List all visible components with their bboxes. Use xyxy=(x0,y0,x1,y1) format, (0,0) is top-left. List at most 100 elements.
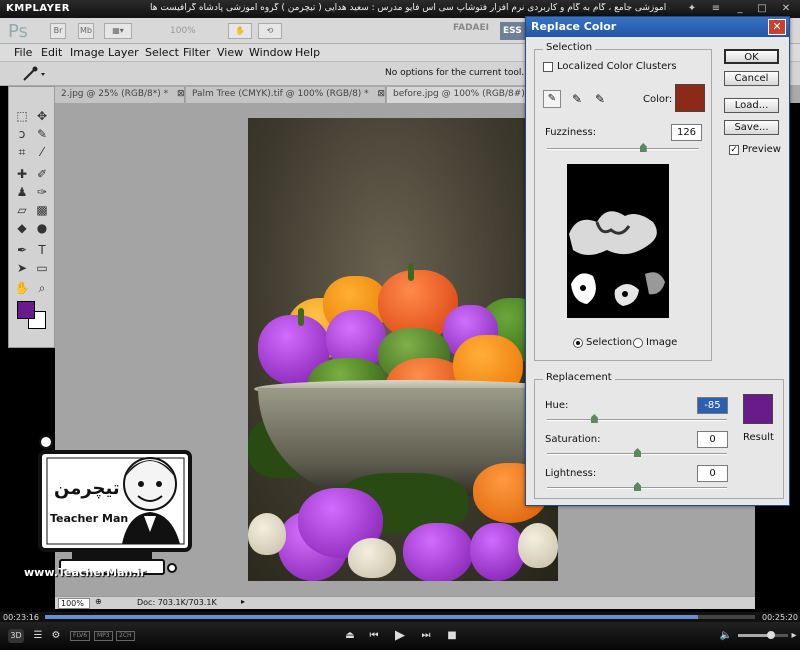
tab-close-icon[interactable]: ⊠ xyxy=(177,89,185,99)
marquee-tool-icon[interactable]: ⬚ xyxy=(13,107,31,125)
hue-slider[interactable] xyxy=(547,419,727,421)
teacherman-logo: تیچرمن Teacher Man xyxy=(38,435,192,575)
rotate-view-icon[interactable]: ⟲ xyxy=(258,23,282,39)
saturation-slider-thumb[interactable] xyxy=(634,448,641,457)
menu-view[interactable]: View xyxy=(217,46,243,59)
lightness-slider-thumb[interactable] xyxy=(634,482,641,491)
settings-gear-icon[interactable]: ⚙ xyxy=(48,629,64,643)
save-button[interactable]: Save... xyxy=(724,120,779,135)
volume-icon[interactable]: 🔈 xyxy=(718,629,734,643)
3d-icon[interactable]: 3D xyxy=(8,629,24,643)
foreground-color-swatch[interactable] xyxy=(17,301,35,319)
settings-icon[interactable]: ≡ xyxy=(708,2,724,16)
image-radio[interactable] xyxy=(633,338,643,348)
minibridge-icon[interactable]: Mb xyxy=(78,23,94,39)
zoom-tool-icon[interactable]: ⌕ xyxy=(33,279,51,297)
replacement-group: Replacement Hue: -85 Result Saturation: … xyxy=(534,372,784,499)
fuzziness-slider[interactable] xyxy=(547,148,699,150)
pin-icon[interactable]: ✦ xyxy=(684,2,700,16)
lasso-tool-icon[interactable]: ↄ xyxy=(13,125,31,143)
menu-select[interactable]: Select xyxy=(145,46,179,59)
preview-checkbox[interactable]: ✓ xyxy=(729,145,739,155)
tab-before-jpg[interactable]: before.jpg @ 100% (RGB/8#) xyxy=(387,87,537,103)
menu-file[interactable]: File xyxy=(14,46,32,59)
document-image[interactable] xyxy=(248,118,558,581)
menu-window[interactable]: Window xyxy=(249,46,292,59)
menu-image[interactable]: Image xyxy=(70,46,104,59)
hand-tool-icon[interactable]: ✋ xyxy=(13,279,31,297)
crop-tool-icon[interactable]: ⌗ xyxy=(13,143,31,161)
status-arrow-icon[interactable]: ▸ xyxy=(241,597,245,606)
healing-tool-icon[interactable]: ✚ xyxy=(13,165,31,183)
garlic-bulb xyxy=(348,538,396,578)
menu-filter[interactable]: Filter xyxy=(183,46,210,59)
eyedropper-plus-icon[interactable]: ✎ xyxy=(572,92,582,106)
ok-button[interactable]: OK xyxy=(724,49,779,64)
menu-help[interactable]: Help xyxy=(295,46,320,59)
result-color-swatch[interactable] xyxy=(743,394,773,424)
zoom-select[interactable]: 100% xyxy=(170,23,220,39)
hue-input[interactable]: -85 xyxy=(697,397,728,414)
workspace-essentials[interactable]: ESS xyxy=(500,22,528,40)
cancel-button[interactable]: Cancel xyxy=(724,71,779,86)
tab-palm-tree[interactable]: Palm Tree (CMYK).tif @ 100% (RGB/8) * ⊠ xyxy=(186,87,386,103)
selection-radio[interactable] xyxy=(573,338,583,348)
play-icon[interactable]: ▶ xyxy=(392,629,408,643)
move-tool-icon[interactable]: ✥ xyxy=(33,107,51,125)
type-tool-icon[interactable]: T xyxy=(33,241,51,259)
eyedropper-icon[interactable] xyxy=(14,66,46,82)
brush-tool-icon[interactable]: ✐ xyxy=(33,165,51,183)
close-icon[interactable]: ✕ xyxy=(778,2,794,16)
minimize-icon[interactable]: _ xyxy=(732,2,748,16)
bridge-icon[interactable]: Br xyxy=(50,23,66,39)
selection-color-swatch[interactable] xyxy=(675,84,705,112)
pepper-purple xyxy=(470,523,525,581)
previous-icon[interactable]: ⏮ xyxy=(366,629,382,643)
menu-edit[interactable]: Edit xyxy=(41,46,62,59)
hue-slider-thumb[interactable] xyxy=(590,414,598,423)
saturation-input[interactable]: 0 xyxy=(697,431,728,448)
tab-2-jpg[interactable]: 2.jpg @ 25% (RGB/8*) * ⊠ xyxy=(55,87,185,103)
history-brush-icon[interactable]: ✑ xyxy=(33,183,51,201)
fuzziness-slider-thumb[interactable] xyxy=(639,143,647,152)
shape-tool-icon[interactable]: ▭ xyxy=(33,259,51,277)
seek-bar[interactable] xyxy=(45,615,755,619)
tab-close-icon[interactable]: ⊠ xyxy=(378,89,386,99)
eyedropper-button[interactable]: ✎ xyxy=(543,90,561,108)
fuzziness-input[interactable]: 126 xyxy=(671,124,702,141)
eject-icon[interactable]: ⏏ xyxy=(342,629,358,643)
hand-view-icon[interactable]: ✋ xyxy=(228,23,252,39)
volume-arrow-icon[interactable]: ▸ xyxy=(790,629,798,643)
dialog-close-icon[interactable]: ✕ xyxy=(768,19,786,35)
eraser-tool-icon[interactable]: ▱ xyxy=(13,201,31,219)
workspace-fadaei[interactable]: FADAEI xyxy=(453,23,489,33)
time-total: 00:25:20 xyxy=(762,613,798,622)
localized-checkbox[interactable] xyxy=(543,62,553,72)
maximize-icon[interactable]: □ xyxy=(754,2,770,16)
gradient-tool-icon[interactable]: ▩ xyxy=(33,201,51,219)
status-bar: 100% ⊕ Doc: 703.1K/703.1K ▸ xyxy=(55,596,755,609)
playlist-icon[interactable]: ☰ xyxy=(30,629,46,643)
dodge-tool-icon[interactable]: ● xyxy=(33,219,51,237)
format-tag: FLV6 xyxy=(70,631,91,641)
path-select-icon[interactable]: ➤ xyxy=(13,259,31,277)
stop-icon[interactable]: ■ xyxy=(444,629,460,643)
quick-select-tool-icon[interactable]: ✎ xyxy=(33,125,51,143)
blur-tool-icon[interactable]: ◆ xyxy=(13,219,31,237)
lightness-input[interactable]: 0 xyxy=(697,465,728,482)
selection-preview xyxy=(567,164,669,318)
stamp-tool-icon[interactable]: ♟ xyxy=(13,183,31,201)
menu-layer[interactable]: Layer xyxy=(108,46,139,59)
pen-tool-icon[interactable]: ✒ xyxy=(13,241,31,259)
volume-thumb[interactable] xyxy=(767,631,775,639)
arrange-icon[interactable]: ▦▾ xyxy=(104,23,132,39)
localized-label: Localized Color Clusters xyxy=(557,61,677,72)
eyedropper-tool-icon[interactable]: ⁄ xyxy=(33,143,51,161)
eyedropper-minus-icon[interactable]: ✎ xyxy=(595,92,605,106)
volume-slider[interactable] xyxy=(738,631,788,639)
saturation-label: Saturation: xyxy=(545,434,601,445)
status-zoom[interactable]: 100% xyxy=(58,598,90,609)
next-icon[interactable]: ⏭ xyxy=(418,629,434,643)
status-info-icon[interactable]: ⊕ xyxy=(95,597,102,606)
load-button[interactable]: Load... xyxy=(724,98,779,113)
